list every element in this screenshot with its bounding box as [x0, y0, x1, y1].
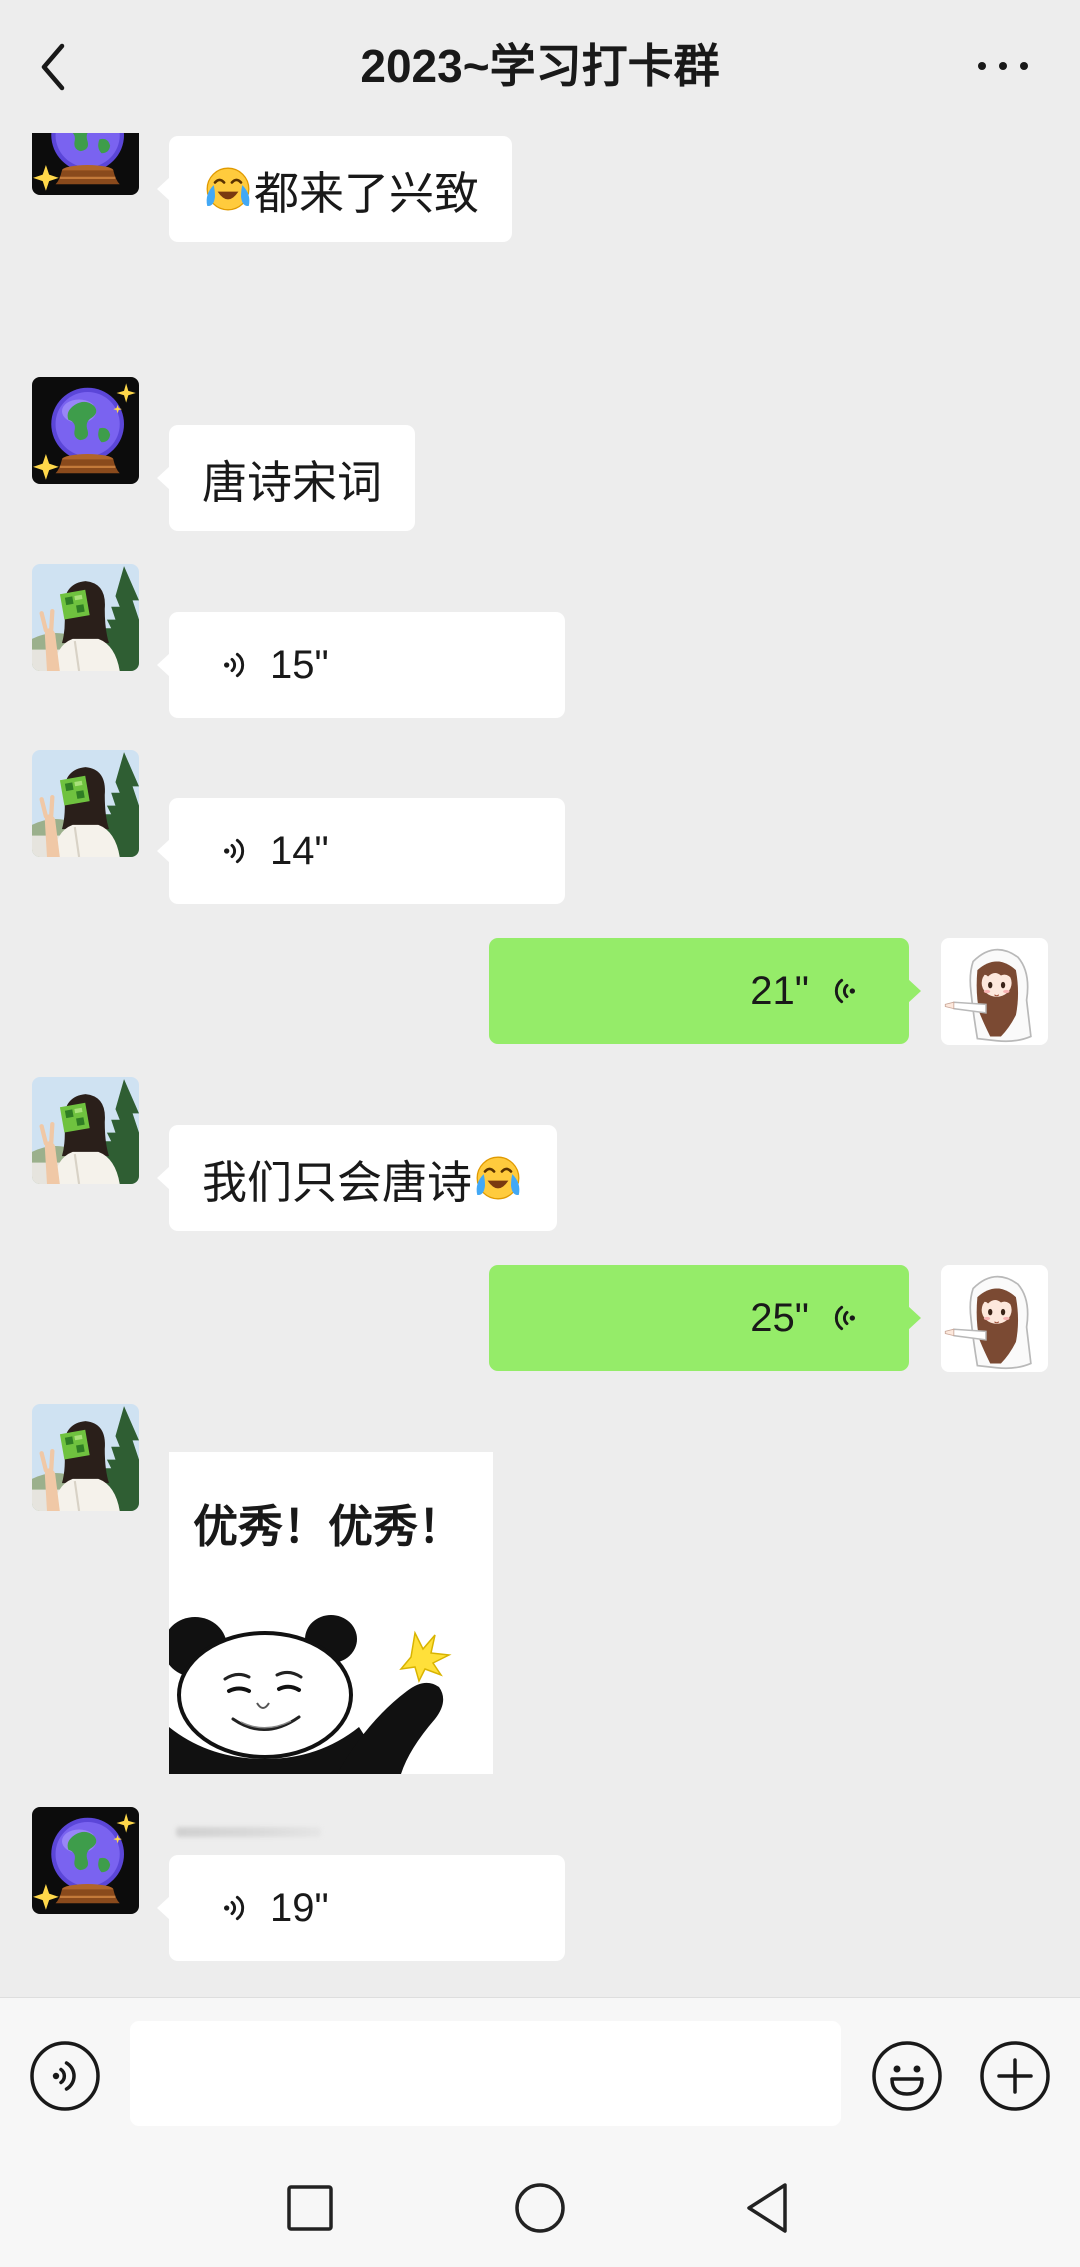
voice-duration: 14" — [270, 829, 329, 873]
message-text: 我们只会唐诗 — [202, 1156, 473, 1208]
voice-message-bubble[interactable]: 25" — [489, 1265, 921, 1371]
voice-wave-icon — [218, 835, 250, 867]
voice-message-bubble[interactable]: 15" — [157, 612, 565, 718]
panda-meme-image — [169, 1609, 493, 1774]
girl-landscape-avatar[interactable] — [32, 1404, 139, 1511]
sticker-caption: 优秀！优秀！ — [193, 1501, 464, 1552]
chat-header: 2023~学习打卡群 — [0, 0, 1080, 133]
sender-name-redacted — [176, 1827, 321, 1837]
message-row: 唐诗宋词 — [0, 377, 1080, 531]
message-text: 唐诗宋词 — [202, 456, 383, 508]
back-button[interactable] — [30, 36, 76, 98]
voice-duration: 15" — [270, 643, 329, 687]
message-row-outgoing: 25" — [0, 1265, 1080, 1372]
plus-icon[interactable] — [979, 2040, 1051, 2112]
voice-duration: 19" — [270, 1886, 329, 1930]
more-button[interactable] — [963, 46, 1043, 86]
panda-meme-sticker[interactable]: 优秀！优秀！ — [169, 1452, 493, 1774]
voice-wave-icon — [829, 1302, 861, 1334]
text-bubble[interactable]: 都来了兴致 — [156, 136, 513, 242]
crystal-ball-avatar[interactable] — [32, 1807, 139, 1914]
message-row: 优秀！优秀！ — [0, 1404, 1080, 1774]
message-row: 我们只会唐诗 — [0, 1077, 1080, 1231]
chevron-left-icon — [41, 43, 65, 91]
text-bubble[interactable]: 我们只会唐诗 — [156, 1125, 558, 1231]
message-row: 19" — [0, 1807, 1080, 1961]
voice-wave-icon — [218, 1892, 250, 1924]
voice-mode-icon[interactable] — [29, 2040, 101, 2112]
message-row: 14" — [0, 750, 1080, 904]
message-input[interactable] — [130, 2021, 841, 2126]
girl-landscape-avatar[interactable] — [32, 564, 139, 671]
text-bubble[interactable]: 唐诗宋词 — [156, 425, 416, 531]
square-icon[interactable] — [280, 2178, 340, 2238]
crying-laughing-emoji-icon — [202, 163, 254, 215]
more-dots-icon — [978, 62, 1028, 70]
message-row-outgoing: 21" — [0, 938, 1080, 1045]
voice-duration: 25" — [750, 1296, 809, 1340]
voice-message-bubble[interactable]: 14" — [157, 798, 565, 904]
anime-girl-avatar[interactable] — [941, 1265, 1048, 1372]
system-nav-bar — [0, 2151, 1080, 2267]
input-bar — [0, 1997, 1080, 2151]
crying-laughing-emoji-icon — [472, 1152, 524, 1204]
voice-wave-icon — [218, 649, 250, 681]
girl-landscape-avatar[interactable] — [32, 750, 139, 857]
voice-wave-icon — [829, 975, 861, 1007]
triangle-back-icon[interactable] — [738, 2178, 798, 2238]
message-text: 都来了兴致 — [254, 167, 480, 219]
girl-landscape-avatar[interactable] — [32, 1077, 139, 1184]
voice-duration: 21" — [750, 969, 809, 1013]
circle-icon[interactable] — [510, 2178, 570, 2238]
voice-message-bubble[interactable]: 19" — [157, 1855, 565, 1961]
chat-title: 2023~学习打卡群 — [360, 40, 720, 92]
anime-girl-avatar[interactable] — [941, 938, 1048, 1045]
message-row: 15" — [0, 564, 1080, 718]
emoji-smiley-icon[interactable] — [871, 2040, 943, 2112]
voice-message-bubble[interactable]: 21" — [489, 938, 921, 1044]
crystal-ball-avatar[interactable] — [32, 377, 139, 484]
